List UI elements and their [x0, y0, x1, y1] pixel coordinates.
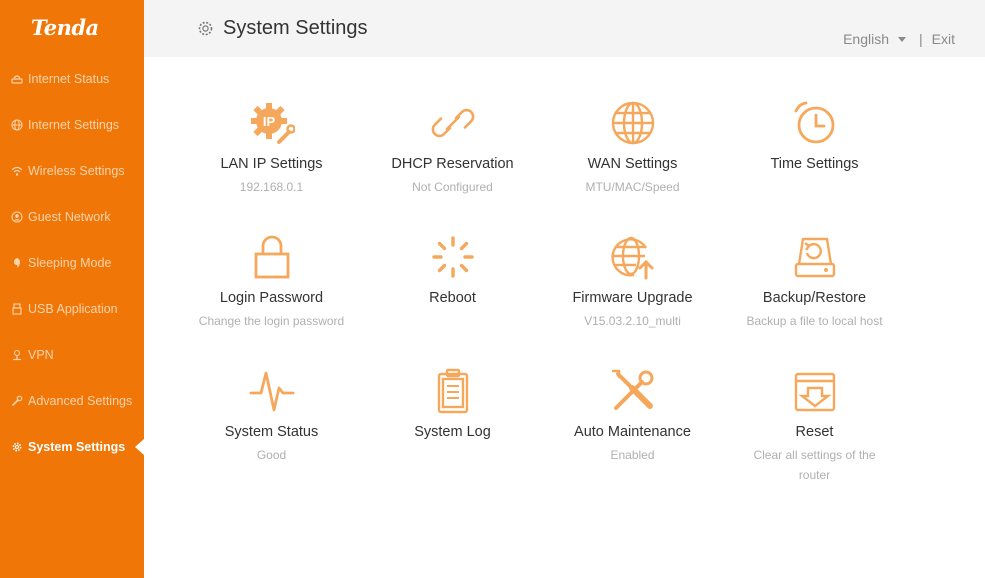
- clipboard-log-icon: [430, 368, 476, 414]
- wifi-icon: [10, 165, 23, 178]
- sidebar-item-label: Advanced Settings: [28, 394, 133, 408]
- tile-label: Reset: [795, 424, 834, 440]
- tile-sublabel: Enabled: [610, 448, 655, 462]
- sidebar-item-label: Sleeping Mode: [28, 256, 112, 270]
- tile-label: Firmware Upgrade: [572, 290, 693, 306]
- active-indicator-arrow: [135, 439, 144, 455]
- page-title-text: System Settings: [223, 17, 368, 39]
- tile-auto-maintenance[interactable]: Auto Maintenance Enabled: [542, 368, 723, 465]
- sidebar-item-label: Internet Settings: [28, 118, 120, 132]
- tile-label: LAN IP Settings: [220, 156, 323, 172]
- sidebar-item-label: System Settings: [28, 440, 126, 454]
- sidebar-item-label: Internet Status: [28, 72, 110, 86]
- tile-label: DHCP Reservation: [391, 156, 514, 172]
- tile-label: Login Password: [219, 290, 324, 306]
- sidebar-item-sleeping-mode[interactable]: Sleeping Mode: [0, 248, 144, 278]
- tile-label: Time Settings: [770, 156, 859, 172]
- gear-icon: [10, 441, 23, 454]
- language-select[interactable]: English: [843, 31, 907, 47]
- tile-system-log[interactable]: System Log: [362, 368, 543, 445]
- globe-icon: [610, 100, 656, 146]
- wrench-icon: [10, 395, 23, 408]
- sidebar-item-label: VPN: [28, 348, 54, 362]
- usb-icon: [10, 303, 23, 316]
- tile-backup-restore[interactable]: Backup/Restore Backup a file to local ho…: [724, 234, 905, 331]
- globe-upload-icon: [610, 234, 656, 280]
- tile-wan-settings[interactable]: WAN Settings MTU/MAC/Speed: [542, 100, 723, 197]
- tile-reboot[interactable]: Reboot: [362, 234, 543, 311]
- tile-dhcp-reservation[interactable]: DHCP Reservation Not Configured: [362, 100, 543, 197]
- tile-firmware-upgrade[interactable]: Firmware Upgrade V15.03.2.10_multi: [542, 234, 723, 331]
- tile-label: System Status: [224, 424, 319, 440]
- sidebar-item-internet-settings[interactable]: Internet Settings: [0, 110, 144, 140]
- guest-network-icon: [10, 211, 23, 224]
- tile-login-password[interactable]: Login Password Change the login password: [181, 234, 362, 331]
- sidebar-item-label: Wireless Settings: [28, 164, 125, 178]
- tile-sublabel: Not Configured: [412, 180, 493, 194]
- sleep-icon: [10, 257, 23, 270]
- exit-link[interactable]: Exit: [932, 31, 955, 47]
- sidebar-item-label: USB Application: [28, 302, 118, 316]
- tile-sublabel: MTU/MAC/Speed: [585, 180, 680, 194]
- header-separator: |: [919, 31, 923, 47]
- sidebar-item-system-settings[interactable]: System Settings: [0, 432, 144, 462]
- sidebar-item-usb-application[interactable]: USB Application: [0, 294, 144, 324]
- tile-time-settings[interactable]: Time Settings: [724, 100, 905, 177]
- alarm-clock-icon: [792, 100, 838, 146]
- sidebar: Tenda Internet Status Internet Settings …: [0, 0, 144, 578]
- reboot-spinner-icon: [430, 234, 476, 280]
- tile-sublabel: Good: [256, 448, 287, 462]
- tile-system-status[interactable]: System Status Good: [181, 368, 362, 465]
- tile-sublabel: Backup a file to local host: [746, 314, 883, 328]
- tenda-logo: Tenda: [31, 15, 99, 40]
- sidebar-item-advanced-settings[interactable]: Advanced Settings: [0, 386, 144, 416]
- sidebar-item-label: Guest Network: [28, 210, 111, 224]
- sidebar-item-vpn[interactable]: VPN: [0, 340, 144, 370]
- language-label: English: [843, 31, 890, 47]
- tile-reset[interactable]: Reset Clear all settings of the router: [724, 368, 905, 485]
- tile-sublabel: Clear all settings of the router: [753, 448, 876, 482]
- lock-icon: [249, 234, 295, 280]
- router-icon: [10, 73, 23, 86]
- header: System Settings English | Exit: [144, 0, 985, 57]
- header-controls: English | Exit: [843, 31, 955, 47]
- reset-box-icon: [792, 368, 838, 414]
- tile-label: System Log: [414, 424, 491, 440]
- vpn-icon: [10, 349, 23, 362]
- globe-icon: [10, 119, 23, 132]
- tile-sublabel: 192.168.0.1: [239, 180, 304, 194]
- sidebar-item-guest-network[interactable]: Guest Network: [0, 202, 144, 232]
- tile-sublabel: Change the login password: [198, 314, 345, 328]
- tile-sublabel: V15.03.2.10_multi: [584, 314, 681, 328]
- tile-lan-ip-settings[interactable]: IP LAN IP Settings 192.168.0.1: [181, 100, 362, 197]
- pulse-icon: [249, 368, 295, 414]
- tools-icon: [610, 368, 656, 414]
- link-icon: [430, 100, 476, 146]
- page-title: System Settings: [197, 17, 368, 40]
- sidebar-item-wireless-settings[interactable]: Wireless Settings: [0, 156, 144, 186]
- tile-label: WAN Settings: [587, 156, 678, 172]
- backup-disk-icon: [792, 234, 838, 280]
- tile-label: Reboot: [429, 290, 476, 306]
- lan-ip-gear-icon: IP: [249, 100, 295, 146]
- sidebar-item-internet-status[interactable]: Internet Status: [0, 64, 144, 94]
- chevron-down-icon: [898, 36, 907, 42]
- gear-icon: [197, 20, 214, 37]
- tile-label: Auto Maintenance: [574, 424, 691, 440]
- svg-text:IP: IP: [262, 114, 275, 129]
- tile-label: Backup/Restore: [762, 290, 867, 306]
